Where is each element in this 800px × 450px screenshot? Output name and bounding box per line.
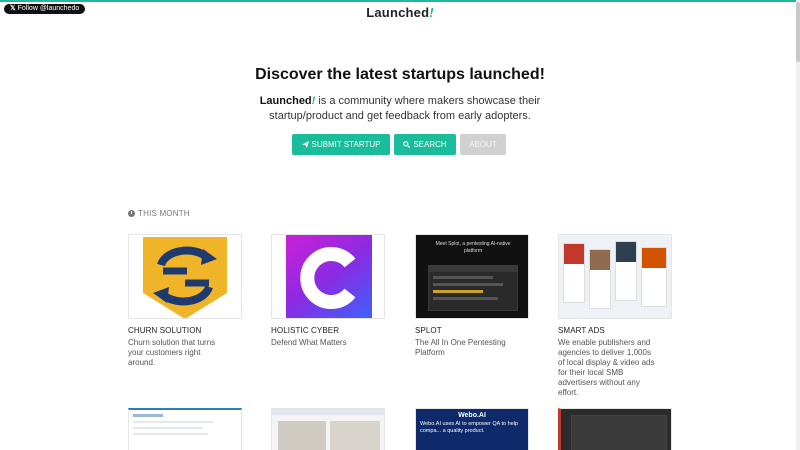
card-thumbnail[interactable] [271,234,385,319]
startup-card[interactable]: CHURN SOLUTION Churn solution that turns… [128,234,242,368]
scrollbar-thumb[interactable] [796,2,800,62]
hero-actions: SUBMIT STARTUP SEARCH ABOUT [292,134,506,155]
submit-startup-button[interactable]: SUBMIT STARTUP [292,134,390,155]
hero-title: Discover the latest startups launched! [255,66,545,83]
search-button[interactable]: SEARCH [394,134,456,155]
card-thumbnail[interactable] [128,408,242,450]
card-thumbnail[interactable] [128,234,242,319]
card-description: Defend What Matters [271,338,347,347]
card-thumbnail[interactable]: Meet Splot, a pentesting AI-native platf… [415,234,529,319]
paper-plane-icon [301,141,309,148]
card-title[interactable]: HOLISTIC CYBER [271,326,385,335]
card-title[interactable]: SMART ADS [558,326,672,335]
card-thumbnail[interactable] [558,234,672,319]
hero-brand: Launched [259,95,312,107]
thumb-brand: Webo.AI [458,412,486,419]
top-accent-bar [0,0,800,2]
startup-card[interactable]: HOLISTIC CYBER Defend What Matters [271,234,385,348]
card-title[interactable]: SPLOT [415,326,529,335]
churn-logo-icon [129,235,241,318]
dashboard-preview [428,265,518,311]
thumb-text: Webo.AI uses AI to empower QA to help co… [420,421,519,434]
submit-label: SUBMIT STARTUP [311,140,381,149]
brand-bang: ! [429,5,434,20]
ad-preview [589,249,611,309]
startup-card[interactable]: Webo.AI Webo.AI uses AI to empower QA to… [415,408,529,450]
about-button[interactable]: ABOUT [460,134,506,155]
card-title[interactable]: CHURN SOLUTION [128,326,242,335]
search-icon [403,141,411,148]
section-label: THIS MONTH [138,209,190,218]
card-thumbnail[interactable] [558,408,672,450]
site-logo[interactable]: Launched! [0,5,800,20]
ad-preview [641,247,667,307]
hero-description: Launched! is a community where makers sh… [250,94,550,124]
startup-card[interactable] [558,408,672,450]
card-description: Churn solution that turns your customers… [128,338,216,367]
startup-card[interactable] [128,408,242,450]
ad-preview [615,241,637,301]
card-description: We enable publishers and agencies to del… [558,338,655,397]
about-label: ABOUT [469,140,497,149]
startup-card[interactable]: Meet Splot, a pentesting AI-native platf… [415,234,529,358]
thumb-heading: Meet Splot, a pentesting AI-native platf… [435,241,511,254]
card-thumbnail[interactable] [271,408,385,450]
holistic-cyber-logo-icon [272,235,384,318]
startup-card[interactable] [271,408,385,450]
brand-text: Launched [366,5,430,20]
card-thumbnail[interactable]: Webo.AI Webo.AI uses AI to empower QA to… [415,408,529,450]
clock-icon [128,210,135,217]
section-heading: THIS MONTH [128,209,190,218]
ad-preview [563,243,585,303]
search-label: SEARCH [413,140,447,149]
card-description: The All In One Pentesting Platform [415,338,506,357]
startup-card[interactable]: SMART ADS We enable publishers and agenc… [558,234,672,398]
